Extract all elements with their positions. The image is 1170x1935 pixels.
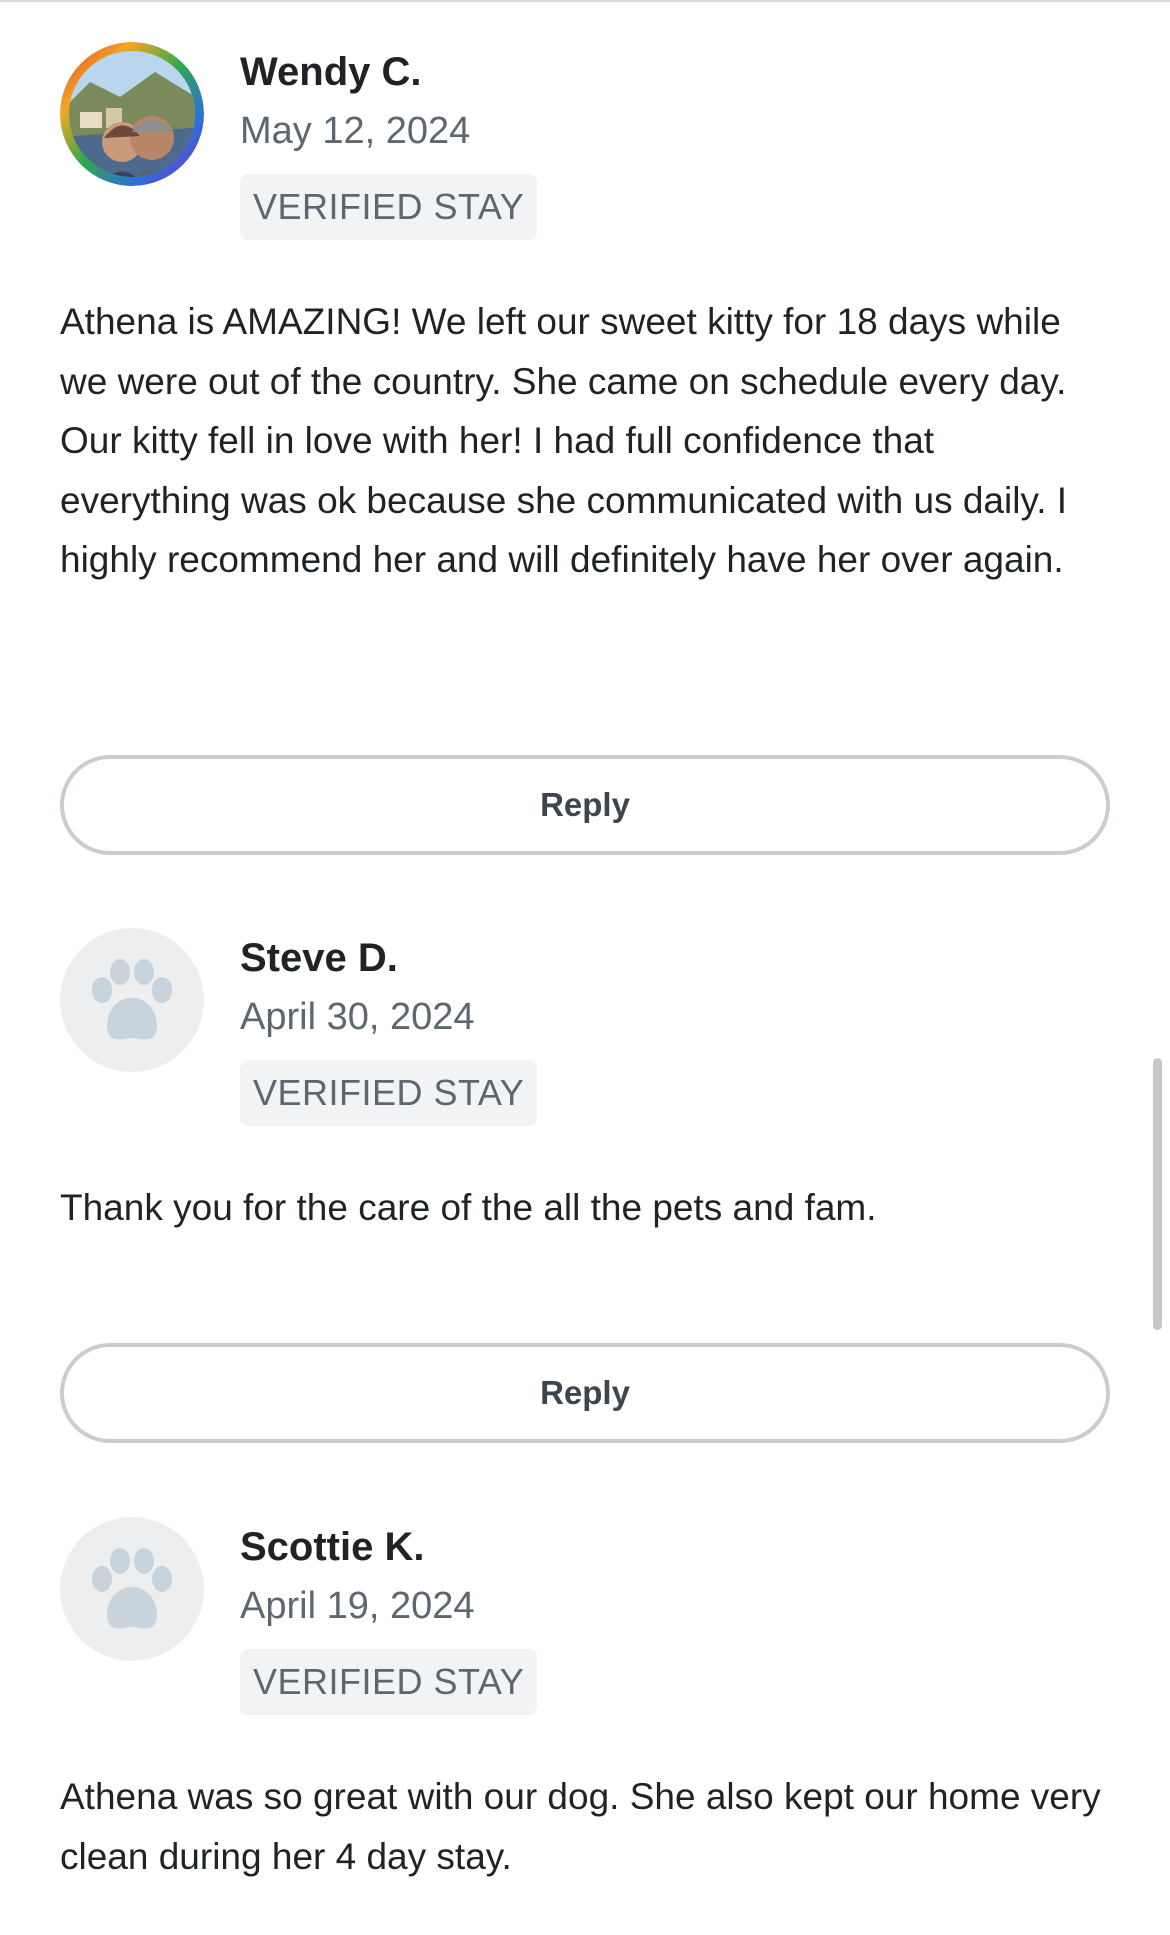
reviewer-name: Scottie K. [240,1525,425,1569]
verified-stay-badge: VERIFIED STAY [240,174,538,240]
scrollbar-thumb[interactable] [1153,1058,1162,1330]
reply-button[interactable]: Reply [60,755,1110,855]
reviewer-avatar[interactable] [60,1517,204,1661]
review-date: April 30, 2024 [240,996,475,1038]
review-card: Scottie K. April 19, 2024 VERIFIED STAY … [60,1517,1110,1935]
verified-stay-badge: VERIFIED STAY [240,1649,538,1715]
review-card: Steve D. April 30, 2024 VERIFIED STAY Th… [60,928,1110,1448]
review-card: Wendy C. May 12, 2024 VERIFIED STAY Athe… [60,42,1110,862]
reviewer-avatar[interactable] [60,928,204,1072]
reviewer-avatar-photo[interactable] [60,42,204,186]
review-text: Athena was so great with our dog. She al… [60,1776,1101,1877]
reviewer-name: Wendy C. [240,50,422,94]
reply-button[interactable]: Reply [60,1343,1110,1443]
review-text: Thank you for the care of the all the pe… [60,1187,877,1228]
review-date: April 19, 2024 [240,1585,475,1627]
review-date: May 12, 2024 [240,110,471,152]
top-divider [0,0,1170,2]
verified-stay-badge: VERIFIED STAY [240,1060,538,1126]
review-text: Athena is AMAZING! We left our sweet kit… [60,301,1068,580]
paw-icon [60,1517,204,1661]
paw-icon [60,928,204,1072]
reviewer-name: Steve D. [240,936,398,980]
